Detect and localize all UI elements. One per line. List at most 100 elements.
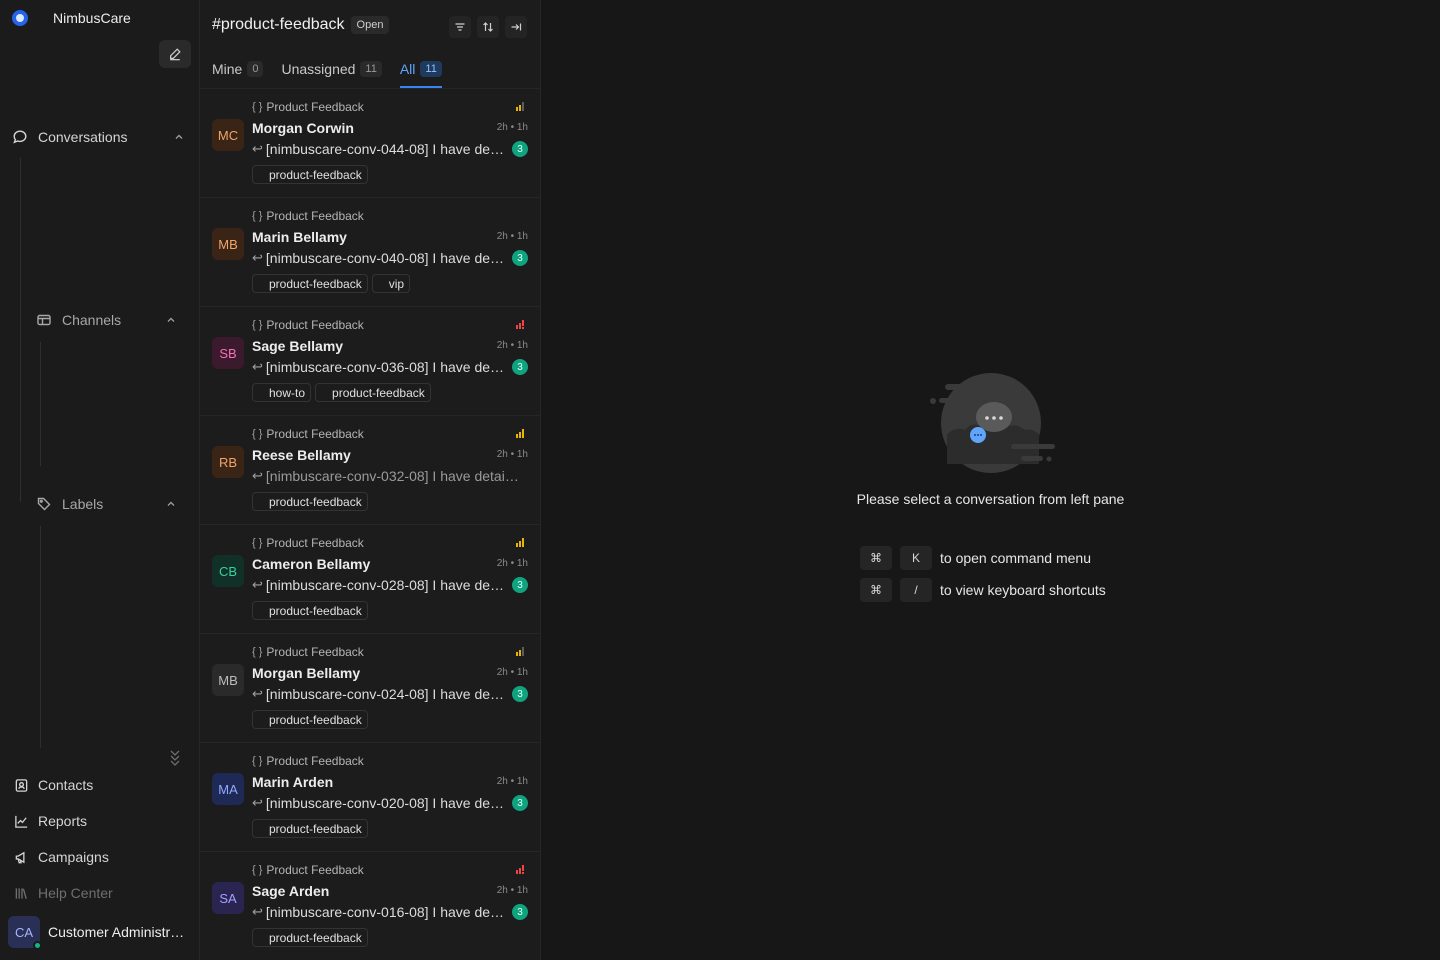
megaphone-icon bbox=[15, 851, 25, 863]
shortcut-command-menu: ⌘ K to open command menu bbox=[860, 546, 1091, 570]
message-preview: ↩[nimbuscare-conv-044-08] I have detaile… bbox=[252, 141, 507, 157]
tab-unassigned[interactable]: Unassigned 11 bbox=[281, 58, 382, 80]
filter-button[interactable] bbox=[449, 16, 471, 38]
chevron-up-icon[interactable] bbox=[174, 132, 184, 142]
compose-button[interactable] bbox=[159, 40, 191, 68]
inbox-name: { } Product Feedback bbox=[252, 754, 364, 768]
api-channel-icon: { } bbox=[252, 210, 263, 222]
message-preview: ↩[nimbuscare-conv-028-08] I have detaile… bbox=[252, 577, 507, 593]
conversation-labels: product-feedback bbox=[252, 710, 372, 729]
sidebar-item-label: Reports bbox=[38, 813, 88, 829]
avatar: MC bbox=[212, 119, 244, 151]
inbox-label: Product Feedback bbox=[266, 536, 364, 550]
conversation-list: MC{ } Product Feedback Morgan Corwin 2h • 1… bbox=[200, 89, 540, 960]
conversation-item[interactable]: MB { } Product Feedback Marin Bellamy 2h • 1… bbox=[200, 198, 540, 307]
avatar: MB bbox=[212, 228, 244, 260]
sort-arrows-icon bbox=[483, 22, 493, 32]
label-tag: vip bbox=[371, 274, 411, 293]
message-text: [nimbuscare-conv-028-08] I have detailed… bbox=[265, 577, 507, 593]
conversation-item[interactable]: MC { } Product Feedback Morgan Corwin 2h • 1… bbox=[200, 89, 540, 198]
kbd-key: K bbox=[900, 546, 932, 570]
tab-mine[interactable]: Mine 0 bbox=[212, 58, 264, 80]
label-tag: product-feedback bbox=[252, 710, 368, 729]
brand-logo-icon bbox=[12, 10, 28, 26]
sidebar-item-label: Help Center bbox=[38, 885, 113, 901]
tab-label: Mine bbox=[212, 61, 243, 77]
api-channel-icon: { } bbox=[252, 428, 263, 440]
online-status-dot bbox=[33, 941, 42, 950]
conversation-item[interactable]: SA { } Product Feedback Sage Arden 2h • 1h ↩[… bbox=[200, 852, 540, 960]
reply-arrow-icon: ↩ bbox=[252, 795, 263, 810]
sidebar-group-labels[interactable]: Labels bbox=[36, 493, 103, 515]
brand[interactable]: NimbusCare bbox=[12, 8, 131, 28]
chevrons-down-icon[interactable] bbox=[168, 748, 182, 766]
api-channel-icon: { } bbox=[252, 646, 263, 658]
sidebar-item-campaigns[interactable]: Campaigns bbox=[14, 846, 109, 868]
sidebar-group-label: Conversations bbox=[38, 129, 128, 145]
chevron-up-icon[interactable] bbox=[166, 499, 176, 509]
reply-arrow-icon: ↩ bbox=[252, 686, 263, 701]
timestamp: 2h • 1h bbox=[496, 776, 528, 787]
conversation-labels: product-feedback bbox=[252, 492, 372, 511]
conversation-item[interactable]: RB { } Product Feedback Reese Bellamy 2h • 1… bbox=[200, 416, 540, 525]
sidebar-group-conversations[interactable]: Conversations bbox=[12, 126, 128, 148]
tag-icon bbox=[37, 497, 51, 511]
sidebar: NimbusCare Conversations Channels Labels… bbox=[0, 0, 200, 960]
current-user[interactable]: CA Customer Administrator bbox=[8, 916, 190, 950]
inbox-label: Product Feedback bbox=[266, 318, 364, 332]
user-name: Customer Administrator bbox=[48, 924, 190, 940]
inbox-label: Product Feedback bbox=[266, 209, 364, 223]
conversation-labels: product-feedback vip bbox=[252, 274, 414, 293]
avatar-initials: CB bbox=[218, 563, 238, 579]
conversation-item[interactable]: MB { } Product Feedback Morgan Bellamy 2h • … bbox=[200, 634, 540, 743]
brand-name: NimbusCare bbox=[53, 10, 131, 26]
unread-count-badge: 3 bbox=[512, 686, 528, 702]
contact-name: Marin Arden bbox=[252, 774, 334, 790]
label-tag: how-to bbox=[252, 383, 312, 402]
sort-button[interactable] bbox=[477, 16, 499, 38]
tab-count: 11 bbox=[420, 61, 442, 77]
chevron-up-icon[interactable] bbox=[166, 315, 176, 325]
avatar: MA bbox=[212, 773, 244, 805]
priority-urgent-icon bbox=[516, 320, 524, 329]
label-tag: product-feedback bbox=[315, 383, 431, 402]
sidebar-item-reports[interactable]: Reports bbox=[14, 810, 87, 832]
inbox-name: { } Product Feedback bbox=[252, 536, 364, 550]
tab-label: All bbox=[399, 61, 416, 77]
pencil-icon bbox=[170, 48, 181, 61]
shortcut-keyboard-shortcuts: ⌘ / to view keyboard shortcuts bbox=[860, 578, 1106, 602]
conversation-labels: product-feedback bbox=[252, 819, 372, 838]
empty-chat-illustration bbox=[930, 373, 1055, 473]
reply-arrow-icon: ↩ bbox=[252, 250, 263, 265]
channels-icon bbox=[37, 314, 51, 326]
sidebar-item-help-center[interactable]: Help Center bbox=[14, 882, 113, 904]
conversation-item[interactable]: CB { } Product Feedback Cameron Bellamy 2h •… bbox=[200, 525, 540, 634]
conversation-labels: how-to product-feedback bbox=[252, 383, 435, 402]
status-badge[interactable]: Open bbox=[350, 16, 390, 34]
timestamp: 2h • 1h bbox=[496, 558, 528, 569]
tree-line bbox=[20, 158, 21, 502]
priority-urgent-icon bbox=[516, 865, 524, 874]
conversation-item[interactable]: SB { } Product Feedback Sage Bellamy 2h • 1h… bbox=[200, 307, 540, 416]
sidebar-group-label: Labels bbox=[62, 496, 104, 512]
conversation-labels: product-feedback bbox=[252, 928, 372, 947]
sidebar-item-contacts[interactable]: Contacts bbox=[14, 774, 93, 796]
page-title: #product-feedback bbox=[212, 16, 345, 33]
tab-all[interactable]: All 11 bbox=[399, 58, 442, 88]
contact-name: Morgan Corwin bbox=[252, 120, 354, 136]
inbox-label: Product Feedback bbox=[266, 754, 364, 768]
assignee-tabs: Mine 0 Unassigned 11 All 11 bbox=[212, 58, 460, 88]
conversation-labels: product-feedback bbox=[252, 601, 372, 620]
kbd-key: ⌘ bbox=[860, 546, 892, 570]
chat-bubble-icon bbox=[13, 130, 27, 144]
sidebar-group-channels[interactable]: Channels bbox=[36, 309, 121, 331]
inbox-label: Product Feedback bbox=[266, 863, 364, 877]
list-header: #product-feedback Open bbox=[212, 16, 390, 34]
collapse-panel-button[interactable] bbox=[505, 16, 527, 38]
avatar: SA bbox=[212, 882, 244, 914]
unread-count-badge: 3 bbox=[512, 577, 528, 593]
conversation-item[interactable]: MA { } Product Feedback Marin Arden 2h • 1h ↩… bbox=[200, 743, 540, 852]
message-preview: ↩[nimbuscare-conv-024-08] I have detaile… bbox=[252, 686, 507, 702]
message-text: [nimbuscare-conv-016-08] I have detailed… bbox=[265, 904, 507, 920]
arrow-to-right-icon bbox=[511, 23, 522, 31]
